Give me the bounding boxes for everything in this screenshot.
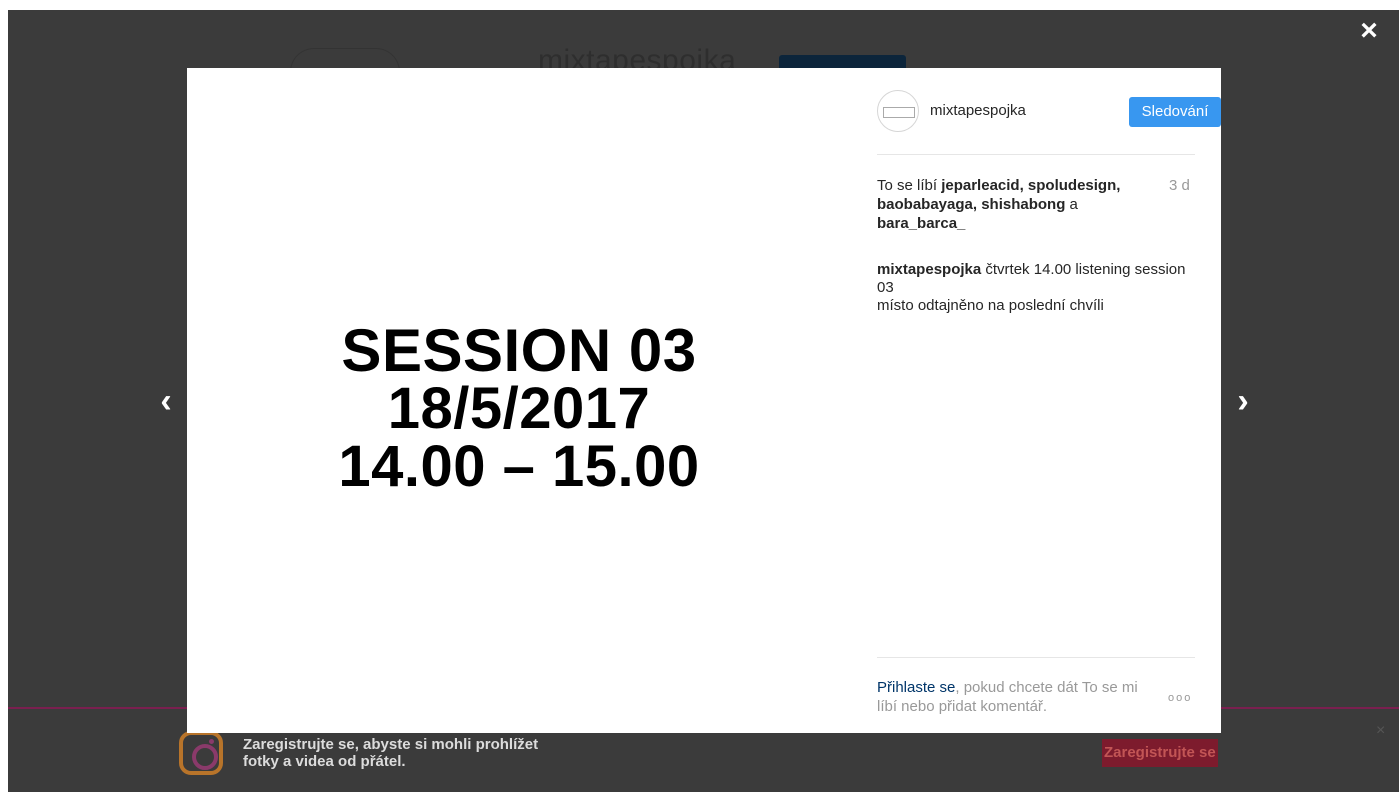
background-top-edge [0, 0, 1399, 10]
post-caption: mixtapespojka čtvrtek 14.00 listening se… [877, 261, 1187, 317]
post-image-text: SESSION 03 18/5/2017 14.00 – 15.00 [187, 317, 851, 499]
post-image-line-date: 18/5/2017 [387, 376, 651, 441]
likes-connector: a [1065, 196, 1078, 213]
header-divider [877, 154, 1195, 155]
author-username[interactable]: mixtapespojka [930, 102, 1026, 119]
login-prompt: Přihlaste se, pokud chcete dát To se mi … [877, 678, 1147, 716]
instagram-logo-icon [179, 731, 223, 775]
post-image-line-time: 14.00 – 15.00 [338, 434, 700, 499]
next-post-icon[interactable]: › [1232, 384, 1254, 418]
follow-button[interactable]: Sledování [1129, 97, 1221, 127]
post-image: SESSION 03 18/5/2017 14.00 – 15.00 [187, 68, 851, 733]
close-modal-icon[interactable]: × [1356, 16, 1382, 46]
post-header: mixtapespojka Sledování [877, 90, 1221, 132]
avatar-frame [883, 107, 915, 118]
likes-last-user[interactable]: bara_barca_ [877, 215, 965, 232]
more-options-icon[interactable]: ooo [1168, 692, 1192, 704]
signup-banner-text: Zaregistrujte se, abyste si mohli prohlí… [243, 736, 539, 770]
post-sidebar: mixtapespojka Sledování To se líbí jepar… [851, 68, 1221, 733]
likes-prefix: To se líbí [877, 177, 942, 194]
post-image-line-session: SESSION 03 [341, 317, 697, 384]
caption-author[interactable]: mixtapespojka [877, 261, 981, 278]
previous-post-icon[interactable]: ‹ [155, 384, 177, 418]
comments-divider [877, 657, 1195, 658]
caption-line-2: místo odtajněno na poslední chvíli [877, 297, 1104, 314]
banner-close-icon[interactable]: × [1376, 722, 1385, 740]
login-link[interactable]: Přihlaste se [877, 679, 955, 696]
author-avatar[interactable] [877, 90, 919, 132]
background-left-edge [0, 0, 8, 792]
likes-summary: To se líbí jeparleacid, spoludesign, bao… [877, 176, 1157, 233]
post-modal: SESSION 03 18/5/2017 14.00 – 15.00 mixta… [187, 68, 1221, 733]
post-timestamp[interactable]: 3 d [1169, 177, 1190, 194]
signup-button[interactable]: Zaregistrujte se [1102, 739, 1218, 767]
